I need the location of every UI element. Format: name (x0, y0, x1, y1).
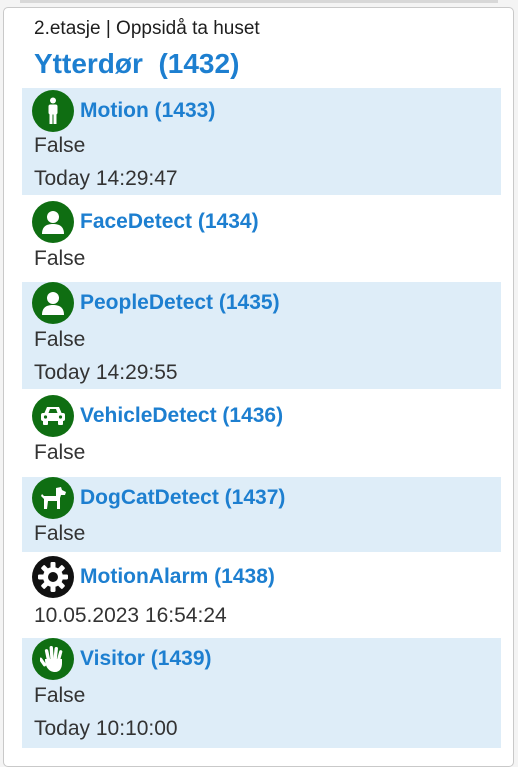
item-title[interactable]: MotionAlarm (1438) (80, 565, 275, 589)
item-title[interactable]: DogCatDetect (1437) (80, 486, 285, 510)
hand-wave-icon (32, 638, 74, 680)
item-title[interactable]: PeopleDetect (1435) (80, 291, 280, 315)
item-value: False (34, 441, 86, 464)
item-value: False (34, 247, 86, 270)
device-title[interactable]: Ytterdør (1432) (34, 48, 239, 80)
person-standing-icon (32, 90, 74, 132)
list-item-facedetect[interactable]: FaceDetect (1434) False (22, 198, 501, 278)
item-value: 10.05.2023 16:54:24 (34, 604, 227, 627)
device-card: 2.etasje | Oppsidå ta huset Ytterdør (14… (3, 7, 514, 767)
list-item-dogcatdetect[interactable]: DogCatDetect (1437) False (22, 477, 501, 552)
item-title[interactable]: FaceDetect (1434) (80, 210, 259, 234)
item-title[interactable]: Motion (1433) (80, 99, 215, 123)
list-item-motionalarm[interactable]: MotionAlarm (1438) 10.05.2023 16:54:24 (22, 555, 501, 637)
item-value: False (34, 134, 86, 157)
item-title[interactable]: Visitor (1439) (80, 647, 212, 671)
breadcrumb: 2.etasje | Oppsidå ta huset (34, 18, 260, 39)
face-person-icon (32, 201, 74, 243)
dog-icon (32, 477, 74, 519)
item-value: False (34, 328, 86, 351)
list-item-vehicledetect[interactable]: VehicleDetect (1436) False (22, 392, 501, 474)
item-timestamp: Today 14:29:55 (34, 361, 178, 384)
list-item-peopledetect[interactable]: PeopleDetect (1435) False Today 14:29:55 (22, 282, 501, 389)
list-item-visitor[interactable]: Visitor (1439) False Today 10:10:00 (22, 638, 501, 748)
item-title[interactable]: VehicleDetect (1436) (80, 404, 283, 428)
item-timestamp: Today 14:29:47 (34, 167, 178, 190)
list-item-motion[interactable]: Motion (1433) False Today 14:29:47 (22, 88, 501, 195)
top-divider (20, 0, 498, 3)
car-icon (32, 395, 74, 437)
person-icon (32, 282, 74, 324)
gear-icon (32, 556, 74, 598)
item-value: False (34, 522, 86, 545)
item-timestamp: Today 10:10:00 (34, 717, 178, 740)
item-value: False (34, 684, 86, 707)
